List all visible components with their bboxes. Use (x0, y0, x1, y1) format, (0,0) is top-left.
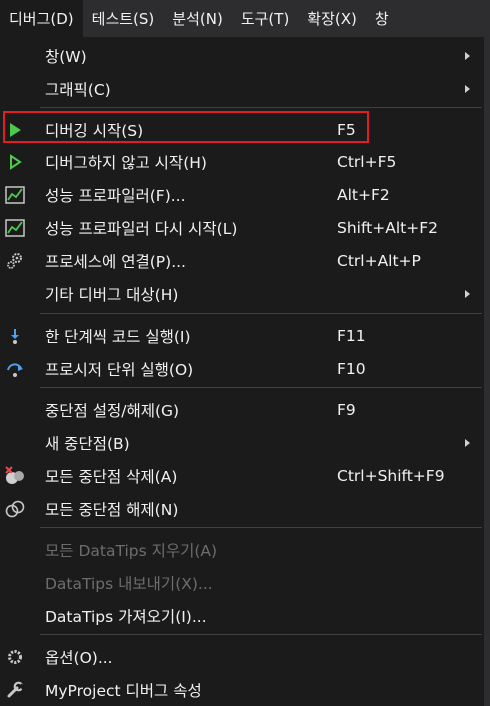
menu-item-label: 창(W) (45, 47, 87, 66)
submenu-arrow-icon (465, 51, 470, 60)
menu-item-label: 프로시저 단위 실행(O) (45, 360, 194, 379)
start-debugging-highlight-box (3, 111, 369, 143)
menu-item-label: 한 단계씩 코드 실행(I) (45, 327, 191, 346)
separator (40, 313, 482, 314)
menu-item-graphics[interactable]: 그래픽(C) (0, 72, 484, 105)
menu-item-new-breakpoint[interactable]: 새 중단점(B) (0, 426, 484, 459)
wrench-icon (2, 677, 28, 703)
step-over-icon (2, 356, 28, 382)
disable-breakpoints-icon (2, 496, 28, 522)
scrollbar[interactable] (484, 37, 490, 706)
submenu-arrow-icon (465, 289, 470, 298)
menu-item-shortcut: Shift+Alt+F2 (337, 218, 438, 237)
menu-item-label: 중단점 설정/해제(G) (45, 401, 180, 420)
menu-item-label: DataTips 가져오기(I)... (45, 607, 207, 626)
menu-item-disable-all-breakpoints[interactable]: 모든 중단점 해제(N) (0, 492, 484, 525)
menu-item-label: 성능 프로파일러(F)... (45, 186, 186, 205)
menu-window[interactable]: 창 (366, 0, 398, 37)
menu-item-shortcut: F11 (337, 326, 366, 345)
menu-item-shortcut: Ctrl+Shift+F9 (337, 466, 445, 485)
menu-item-options[interactable]: 옵션(O)... (0, 640, 484, 673)
menu-item-toggle-breakpoint[interactable]: 중단점 설정/해제(G) F9 (0, 393, 484, 426)
separator (40, 107, 482, 108)
menu-item-shortcut: Alt+F2 (337, 185, 390, 204)
menu-item-relaunch-profiler[interactable]: 성능 프로파일러 다시 시작(L) Shift+Alt+F2 (0, 211, 484, 244)
menu-item-label: 모든 DataTips 지우기(A) (45, 541, 218, 560)
menu-item-step-into[interactable]: 한 단계씩 코드 실행(I) F11 (0, 319, 484, 352)
performance-chart-icon (2, 215, 28, 241)
menu-item-shortcut: Ctrl+F5 (337, 152, 397, 171)
menu-item-label: 모든 중단점 삭제(A) (45, 467, 178, 486)
menu-item-project-debug-properties[interactable]: MyProject 디버그 속성 (0, 673, 484, 706)
menu-item-label: 디버그하지 않고 시작(H) (45, 153, 207, 172)
menu-item-label: MyProject 디버그 속성 (45, 681, 202, 700)
menu-item-window[interactable]: 창(W) (0, 39, 484, 72)
menu-item-delete-all-breakpoints[interactable]: 모든 중단점 삭제(A) Ctrl+Shift+F9 (0, 459, 484, 492)
menu-item-label: 프로세스에 연결(P)... (45, 252, 186, 271)
menu-item-attach-to-process[interactable]: 프로세스에 연결(P)... Ctrl+Alt+P (0, 244, 484, 277)
menu-item-label: 옵션(O)... (45, 648, 113, 667)
submenu-arrow-icon (465, 84, 470, 93)
gear-icon (2, 644, 28, 670)
separator (40, 634, 482, 635)
menu-item-label: 성능 프로파일러 다시 시작(L) (45, 219, 238, 238)
menu-item-step-over[interactable]: 프로시저 단위 실행(O) F10 (0, 352, 484, 385)
menu-tools[interactable]: 도구(T) (232, 0, 298, 37)
submenu-arrow-icon (465, 438, 470, 447)
menu-item-import-datatips[interactable]: DataTips 가져오기(I)... (0, 599, 484, 632)
delete-breakpoints-icon (2, 463, 28, 489)
menu-extensions[interactable]: 확장(X) (298, 0, 366, 37)
menu-item-other-debug-targets[interactable]: 기타 디버그 대상(H) (0, 277, 484, 310)
gears-icon (2, 248, 28, 274)
menu-item-export-datatips: DataTips 내보내기(X)... (0, 566, 484, 599)
menu-item-shortcut: F10 (337, 359, 366, 378)
menu-item-label: 모든 중단점 해제(N) (45, 500, 179, 519)
menu-item-shortcut: F9 (337, 400, 356, 419)
menu-item-performance-profiler[interactable]: 성능 프로파일러(F)... Alt+F2 (0, 178, 484, 211)
separator (40, 387, 482, 388)
menu-analyze[interactable]: 분석(N) (163, 0, 232, 37)
menu-item-start-without-debugging[interactable]: 디버그하지 않고 시작(H) Ctrl+F5 (0, 145, 484, 178)
menu-item-label: DataTips 내보내기(X)... (45, 574, 213, 593)
menu-test[interactable]: 테스트(S) (83, 0, 164, 37)
menu-item-label: 그래픽(C) (45, 80, 111, 99)
separator (40, 527, 482, 528)
performance-chart-icon (2, 182, 28, 208)
menu-item-clear-datatips: 모든 DataTips 지우기(A) (0, 533, 484, 566)
menu-item-shortcut: Ctrl+Alt+P (337, 251, 421, 270)
menu-debug[interactable]: 디버그(D) (0, 0, 83, 37)
step-into-icon (2, 323, 28, 349)
menu-item-label: 새 중단점(B) (45, 434, 130, 453)
menu-item-label: 기타 디버그 대상(H) (45, 285, 179, 304)
play-outline-icon (2, 149, 28, 175)
menu-bar: 디버그(D) 테스트(S) 분석(N) 도구(T) 확장(X) 창 (0, 0, 490, 37)
